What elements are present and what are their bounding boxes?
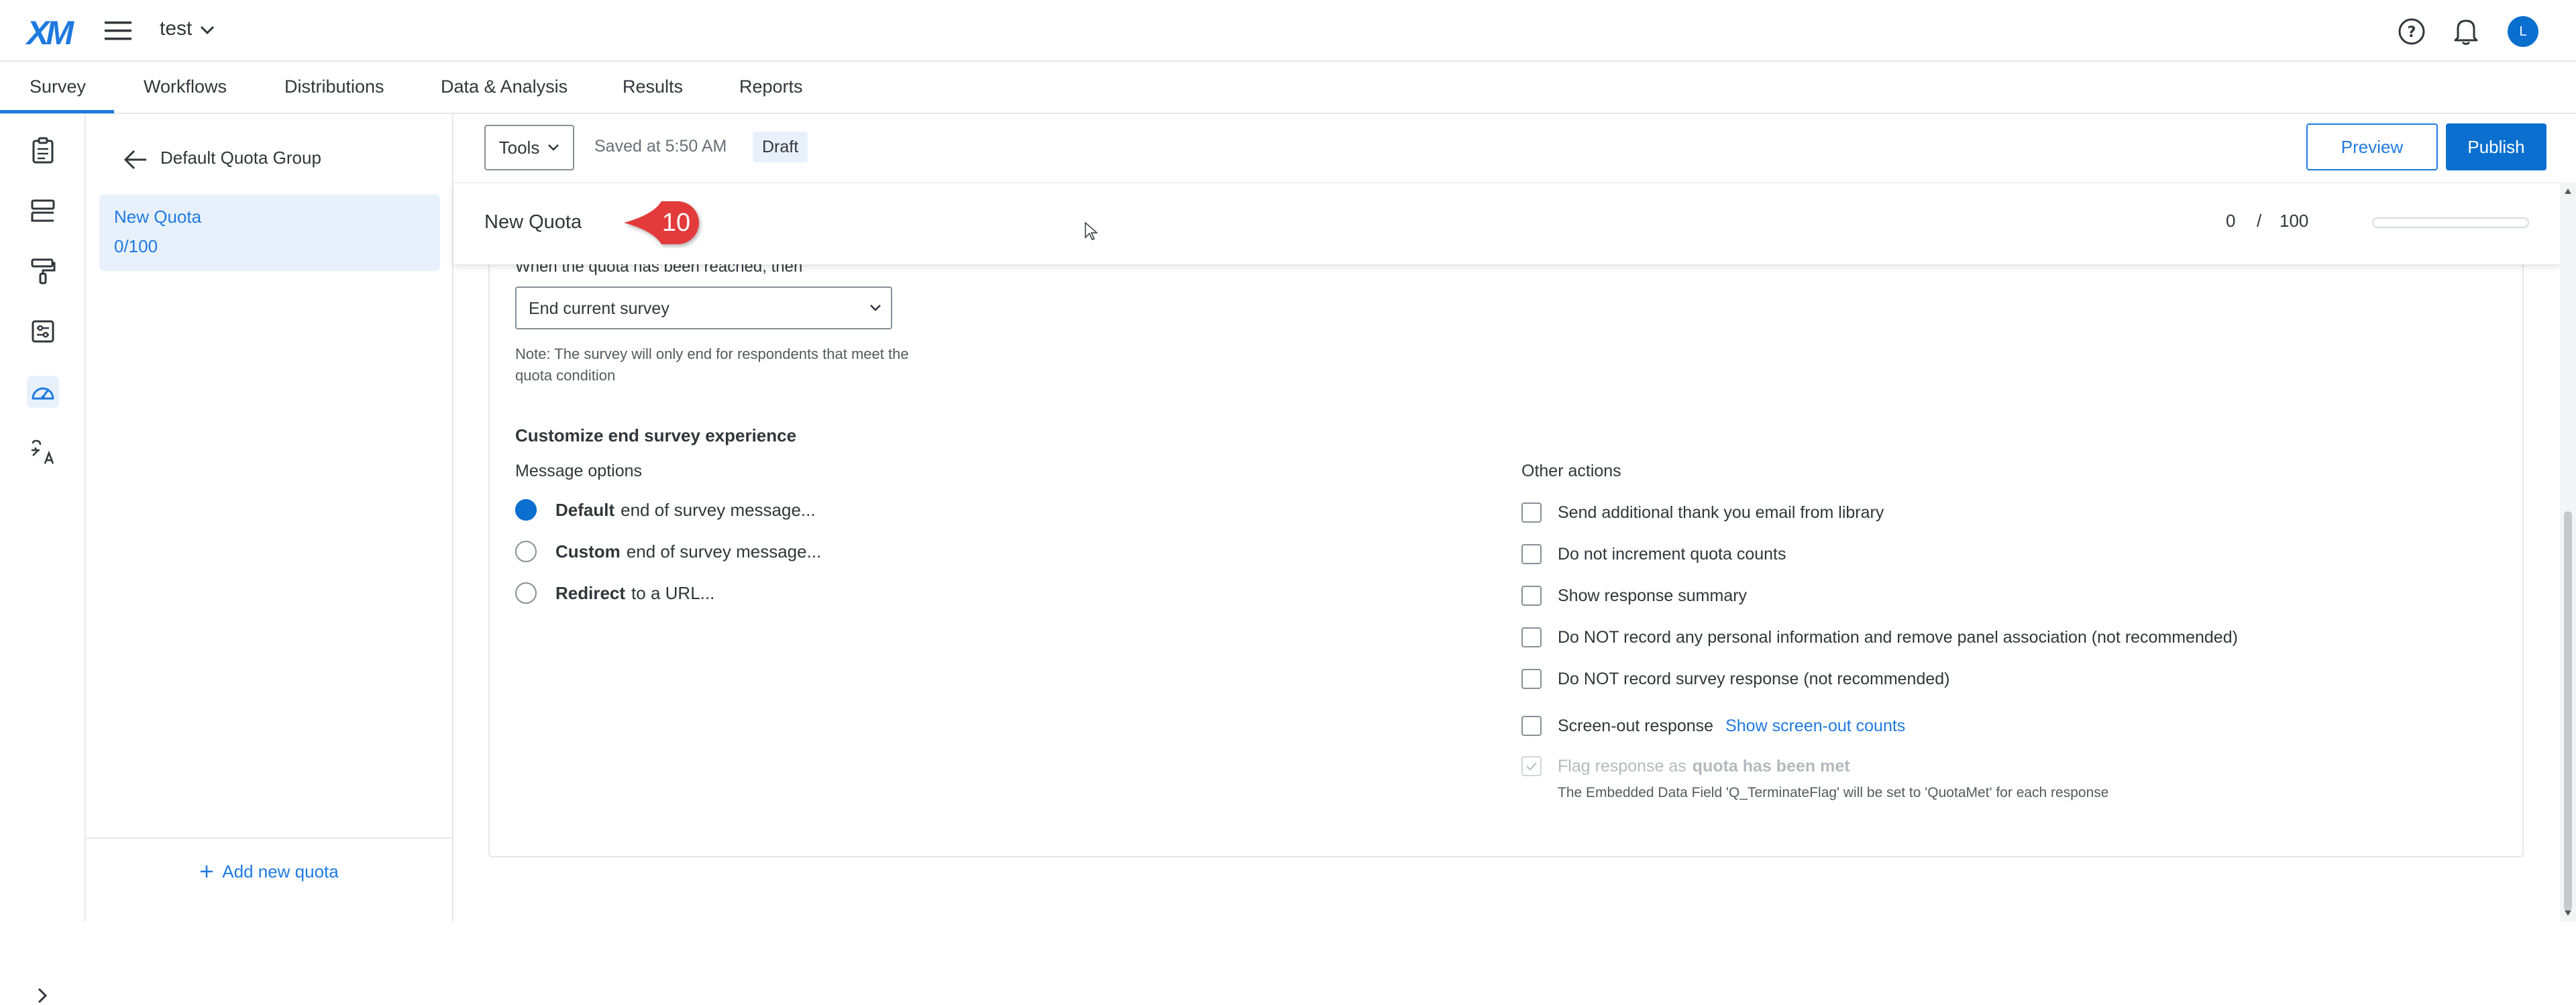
checkbox-label: Do NOT record any personal information a… [1558,627,2238,647]
quotas-gauge-icon[interactable] [27,376,59,408]
customize-end-survey-heading: Customize end survey experience [515,425,797,445]
radio-custom-message[interactable]: Custom end of survey message... [515,538,821,565]
hamburger-menu-icon[interactable] [105,19,131,43]
tab-workflows[interactable]: Workflows [144,76,227,97]
quota-header-bar: New Quota [453,182,2560,264]
chevron-down-icon[interactable] [200,25,215,35]
quota-list-panel: Default Quota Group New Quota 0/100 Add … [86,114,453,922]
quota-editor: When the quota has been reached, then En… [453,182,2560,922]
survey-clipboard-icon[interactable] [27,134,59,166]
quota-count-separator: / [2257,211,2262,231]
svg-text:?: ? [2408,24,2416,41]
add-new-quota-button[interactable]: Add new quota [86,837,452,904]
checkbox[interactable] [1521,716,1542,736]
checkbox-send-thank-you-email[interactable]: Send additional thank you email from lib… [1521,499,1884,526]
radio-label: end of survey message... [621,499,816,520]
checkbox-label: Show response summary [1558,586,1748,605]
preview-button[interactable]: Preview [2306,123,2438,170]
quota-action-note: Note: The survey will only end for respo… [515,346,909,384]
checkbox[interactable] [1521,503,1542,523]
tab-results[interactable]: Results [623,76,683,97]
checkbox-checked-disabled [1521,756,1542,776]
quota-name[interactable]: New Quota [484,211,582,233]
translate-icon[interactable] [27,436,59,468]
checkmark-icon [1526,762,1537,771]
mouse-cursor-icon [1084,221,1099,242]
checkbox-show-response-summary[interactable]: Show response summary [1521,582,1747,609]
quota-current-count: 0 [2226,211,2236,231]
user-avatar[interactable]: L [2508,16,2538,47]
tab-data-analysis[interactable]: Data & Analysis [441,76,568,97]
project-name[interactable]: test [160,17,192,40]
status-badge: Draft [753,131,808,162]
quota-list-item[interactable]: New Quota 0/100 [99,195,440,271]
show-screen-out-counts-link[interactable]: Show screen-out counts [1725,717,1905,736]
quota-item-name: New Quota [114,207,202,227]
checkbox-label: Flag response as [1558,756,1686,776]
saved-status-text: Saved at 5:50 AM [594,137,727,156]
checkbox-label: Do NOT record survey response (not recom… [1558,669,1950,688]
left-icon-rail [0,114,86,1004]
radio-label-bold: Default [555,499,615,520]
chevron-right-icon[interactable] [35,986,50,1005]
quota-progress-bar [2372,217,2529,228]
checkbox[interactable] [1521,586,1542,606]
checkbox-label: Screen-out response [1558,716,1714,735]
scroll-up-arrow-icon[interactable] [2564,188,2572,195]
checkbox-label-bold: quota has been met [1692,756,1850,776]
xm-logo[interactable]: XM [27,13,74,52]
tab-reports[interactable]: Reports [739,76,803,97]
survey-flow-icon[interactable] [27,195,59,227]
checkbox-label: Do not increment quota counts [1558,544,1786,564]
back-arrow-icon[interactable] [123,149,148,170]
add-new-quota-label: Add new quota [222,861,339,882]
radio-label-bold: Custom [555,541,621,562]
flag-note: The Embedded Data Field 'Q_TerminateFlag… [1558,785,2109,800]
top-bar: XM test ? L [0,0,2576,62]
vertical-scrollbar[interactable] [2560,182,2576,922]
notifications-bell-icon[interactable] [2453,16,2479,46]
chevron-down-icon [547,144,559,152]
checkbox[interactable] [1521,544,1542,564]
quota-group-title: Default Quota Group [160,148,321,168]
quota-action-value: End current survey [529,299,669,318]
survey-options-icon[interactable] [27,315,59,348]
scrollbar-thumb[interactable] [2564,511,2572,911]
checkbox-flag-quota-met: Flag response as quota has been met [1521,753,1850,780]
other-actions-label: Other actions [1521,462,1621,480]
quota-item-count: 0/100 [114,236,158,256]
message-options-label: Message options [515,462,643,480]
step-callout-number: 10 [661,209,691,237]
radio-button[interactable] [515,541,537,562]
plus-icon [199,864,214,879]
chevron-down-icon [869,304,881,312]
radio-button-checked[interactable] [515,499,537,521]
quota-total-count: 100 [2279,211,2309,231]
radio-button[interactable] [515,582,537,604]
checkbox[interactable] [1521,627,1542,647]
main-nav: Survey Workflows Distributions Data & An… [0,62,2576,114]
checkbox-do-not-record-personal-info[interactable]: Do NOT record any personal information a… [1521,624,2238,651]
active-tab-indicator [0,110,114,113]
radio-label: to a URL... [631,582,715,603]
checkbox-do-not-increment[interactable]: Do not increment quota counts [1521,541,1786,568]
radio-label: end of survey message... [626,541,822,562]
help-icon[interactable]: ? [2398,17,2426,46]
checkbox-label: Send additional thank you email from lib… [1558,503,1884,522]
quota-action-select[interactable]: End current survey [515,286,892,329]
radio-default-message[interactable]: Default end of survey message... [515,496,816,523]
checkbox-screen-out-response[interactable]: Screen-out response Show screen-out coun… [1521,712,1905,739]
tools-dropdown-button[interactable]: Tools [484,125,574,170]
survey-toolbar: Tools Saved at 5:50 AM Draft Preview Pub… [453,114,2563,182]
tab-survey[interactable]: Survey [30,76,86,97]
checkbox[interactable] [1521,669,1542,689]
scroll-down-arrow-icon[interactable] [2564,910,2572,916]
tab-distributions[interactable]: Distributions [284,76,384,97]
radio-redirect-url[interactable]: Redirect to a URL... [515,580,714,606]
publish-button[interactable]: Publish [2446,123,2546,170]
checkbox-do-not-record-response[interactable]: Do NOT record survey response (not recom… [1521,666,1950,692]
tools-label: Tools [498,137,540,158]
look-and-feel-paintbrush-icon[interactable] [27,255,59,287]
radio-label-bold: Redirect [555,582,626,603]
